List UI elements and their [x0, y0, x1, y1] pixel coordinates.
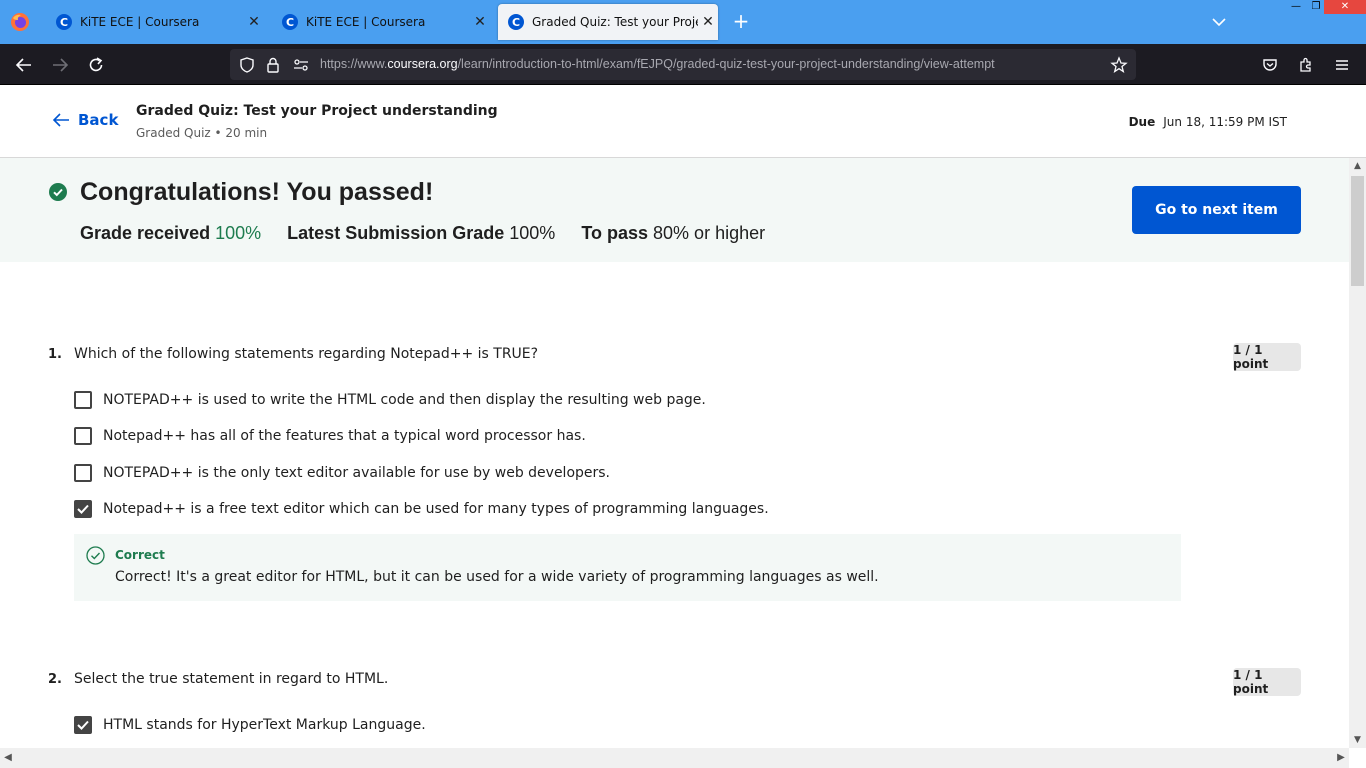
url-path: /learn/introduction-to-html/exam/fEJPQ/g…: [457, 57, 995, 71]
quiz-header: Back Graded Quiz: Test your Project unde…: [0, 85, 1366, 158]
go-to-next-item-button[interactable]: Go to next item: [1132, 186, 1301, 234]
close-window-icon[interactable]: ✕: [1324, 0, 1366, 14]
answer-feedback: Correct Correct! It's a great editor for…: [74, 534, 1181, 601]
permissions-icon[interactable]: [292, 56, 310, 74]
option-label: Notepad++ is a free text editor which ca…: [103, 501, 769, 517]
coursera-favicon-icon: C: [508, 14, 524, 30]
question-number: 2.: [48, 672, 62, 687]
page-subtitle: Graded Quiz • 20 min: [136, 126, 268, 140]
tab-label: KiTE ECE | Coursera: [80, 15, 200, 29]
checkbox-unchecked[interactable]: [74, 427, 92, 445]
extensions-icon[interactable]: [1294, 53, 1318, 77]
tab-label: Graded Quiz: Test your Project understan…: [532, 15, 698, 29]
answer-option[interactable]: NOTEPAD++ is used to write the HTML code…: [74, 391, 706, 409]
checkbox-unchecked[interactable]: [74, 391, 92, 409]
latest-submission-label: Latest Submission Grade: [287, 223, 505, 243]
answer-option[interactable]: HTML stands for HyperText Markup Languag…: [74, 716, 426, 734]
close-icon[interactable]: ✕: [244, 14, 264, 30]
browser-nav-bar: https://www.coursera.org/learn/introduct…: [0, 44, 1366, 85]
feedback-title: Correct: [115, 548, 165, 562]
tab-label: KiTE ECE | Coursera: [306, 15, 426, 29]
option-label: Notepad++ has all of the features that a…: [103, 428, 586, 444]
scroll-right-arrow-icon[interactable]: ▶: [1333, 748, 1349, 768]
minimize-window-icon[interactable]: —: [1286, 0, 1306, 14]
due-value: Jun 18, 11:59 PM IST: [1163, 115, 1287, 129]
forward-arrow-icon[interactable]: [48, 53, 72, 77]
checkbox-unchecked[interactable]: [74, 464, 92, 482]
checkmark-icon: [77, 504, 89, 514]
scrollbar-thumb[interactable]: [1351, 176, 1364, 286]
tab-list-chevron-down-icon[interactable]: [1208, 11, 1230, 33]
scroll-down-arrow-icon[interactable]: ▼: [1349, 732, 1366, 748]
back-button[interactable]: Back: [52, 111, 118, 129]
answer-option[interactable]: NOTEPAD++ is the only text editor availa…: [74, 464, 610, 482]
browser-tab-1[interactable]: C KiTE ECE | Coursera ✕: [46, 4, 264, 40]
pass-headline: Congratulations! You passed!: [80, 178, 434, 206]
question-number: 1.: [48, 347, 62, 362]
checkbox-checked[interactable]: [74, 716, 92, 734]
lock-icon[interactable]: [264, 56, 282, 74]
points-badge: 1 / 1 point: [1233, 343, 1301, 371]
answer-option[interactable]: Notepad++ is a free text editor which ca…: [74, 500, 769, 518]
question-text: Which of the following statements regard…: [74, 346, 539, 362]
url-bar[interactable]: https://www.coursera.org/learn/introduct…: [230, 49, 1136, 80]
grade-received-value: 100%: [215, 223, 262, 243]
coursera-favicon-icon: C: [282, 14, 298, 30]
url-text[interactable]: https://www.coursera.org/learn/introduct…: [320, 57, 995, 71]
to-pass-label: To pass: [581, 223, 649, 243]
option-label: NOTEPAD++ is used to write the HTML code…: [103, 392, 706, 408]
check-circle-filled-icon: [49, 183, 67, 201]
shield-icon[interactable]: [238, 56, 256, 74]
result-banner: Congratulations! You passed! Grade recei…: [0, 158, 1349, 262]
to-pass-value: 80% or higher: [653, 223, 766, 243]
grade-received-label: Grade received: [80, 223, 211, 243]
arrow-left-icon: [52, 113, 69, 127]
back-arrow-icon[interactable]: [12, 53, 36, 77]
browser-tab-2[interactable]: C KiTE ECE | Coursera ✕: [272, 4, 490, 40]
due-label: Due: [1128, 115, 1156, 129]
answer-option[interactable]: Notepad++ has all of the features that a…: [74, 427, 586, 445]
pocket-icon[interactable]: [1258, 53, 1282, 77]
due-date: Due Jun 18, 11:59 PM IST: [1129, 115, 1287, 129]
option-label: NOTEPAD++ is the only text editor availa…: [103, 465, 611, 481]
check-circle-outline-icon: [86, 546, 105, 565]
firefox-icon[interactable]: [10, 12, 30, 32]
url-prefix: https://www.: [320, 57, 388, 71]
question-text: Select the true statement in regard to H…: [74, 671, 389, 687]
bookmark-star-icon[interactable]: [1110, 56, 1128, 74]
restore-window-icon[interactable]: ❐: [1306, 0, 1326, 14]
new-tab-plus-icon[interactable]: +: [730, 10, 752, 32]
browser-tab-active[interactable]: C Graded Quiz: Test your Project underst…: [498, 4, 718, 40]
checkbox-checked[interactable]: [74, 500, 92, 518]
close-icon[interactable]: ✕: [698, 14, 718, 30]
grade-summary: Grade received 100% Latest Submission Gr…: [80, 223, 765, 244]
option-label: HTML stands for HyperText Markup Languag…: [103, 717, 426, 733]
url-domain: coursera.org: [387, 57, 458, 71]
back-label: Back: [78, 111, 119, 129]
vertical-scrollbar[interactable]: ▲ ▼: [1349, 158, 1366, 748]
horizontal-scrollbar[interactable]: ◀ ▶: [0, 748, 1349, 768]
page-title: Graded Quiz: Test your Project understan…: [136, 103, 498, 119]
latest-submission-value: 100%: [509, 223, 556, 243]
scroll-up-arrow-icon[interactable]: ▲: [1349, 158, 1366, 174]
checkmark-icon: [77, 720, 89, 730]
feedback-text: Correct! It's a great editor for HTML, b…: [115, 569, 879, 585]
coursera-favicon-icon: C: [56, 14, 72, 30]
menu-hamburger-icon[interactable]: [1330, 53, 1354, 77]
scroll-left-arrow-icon[interactable]: ◀: [0, 748, 16, 768]
close-icon[interactable]: ✕: [470, 14, 490, 30]
reload-icon[interactable]: [84, 53, 108, 77]
points-badge: 1 / 1 point: [1233, 668, 1301, 696]
browser-tab-bar: C KiTE ECE | Coursera ✕ C KiTE ECE | Cou…: [0, 0, 1366, 44]
